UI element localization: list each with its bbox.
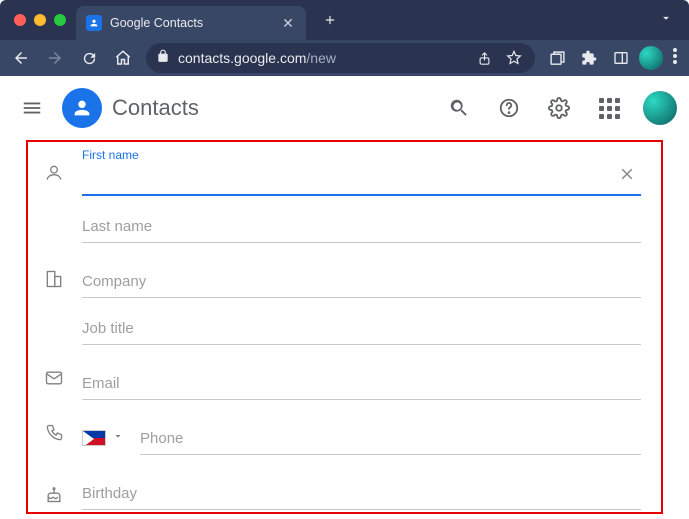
main-menu-button[interactable] [12, 88, 52, 128]
birthday-input[interactable] [82, 479, 641, 510]
email-input[interactable] [82, 369, 641, 400]
phone-row [40, 408, 641, 455]
app-title: Contacts [112, 95, 199, 121]
person-icon [40, 163, 68, 243]
nav-home-button[interactable] [108, 43, 138, 73]
email-icon [40, 368, 68, 400]
nav-reload-button[interactable] [74, 43, 104, 73]
browser-menu-button[interactable] [667, 48, 683, 69]
first-name-field: First name [82, 148, 641, 196]
email-field [82, 353, 641, 400]
app-header: Contacts [0, 76, 689, 140]
url-host: contacts.google.com [178, 50, 306, 66]
job-title-input[interactable] [82, 314, 641, 345]
company-row [40, 251, 641, 345]
extensions-icon[interactable] [575, 50, 603, 66]
window-maximize-button[interactable] [54, 14, 66, 26]
contacts-logo [62, 88, 102, 128]
last-name-field [82, 196, 641, 243]
url-text: contacts.google.com/new [178, 50, 465, 66]
birthday-field: mm/dd/yyyy [82, 463, 641, 514]
settings-button[interactable] [539, 88, 579, 128]
browser-toolbar: contacts.google.com/new [0, 40, 689, 76]
create-contact-form: First name [26, 140, 663, 514]
tabs-dropdown-button[interactable] [649, 11, 683, 30]
phone-field [140, 408, 641, 455]
url-path: /new [306, 50, 336, 66]
job-title-field [82, 298, 641, 345]
bookmark-icon[interactable] [503, 50, 525, 66]
phone-country-picker[interactable] [82, 429, 124, 455]
address-bar[interactable]: contacts.google.com/new [146, 43, 535, 73]
profile-avatar-button[interactable] [639, 46, 663, 70]
first-name-input[interactable] [82, 164, 641, 196]
sidepanel-icon[interactable] [607, 50, 635, 66]
email-row [40, 353, 641, 400]
phone-input[interactable] [140, 424, 641, 455]
window-close-button[interactable] [14, 14, 26, 26]
building-icon [40, 269, 68, 345]
search-button[interactable] [439, 88, 479, 128]
lock-icon [156, 49, 170, 68]
browser-tab[interactable]: Google Contacts ✕ [76, 6, 306, 40]
cake-icon [40, 484, 68, 514]
flag-ph-icon [82, 430, 106, 446]
tab-close-button[interactable]: ✕ [280, 15, 296, 31]
birthday-row: mm/dd/yyyy [40, 463, 641, 514]
window-minimize-button[interactable] [34, 14, 46, 26]
name-row: First name [40, 148, 641, 243]
nav-forward-button[interactable] [40, 43, 70, 73]
google-apps-button[interactable] [589, 88, 629, 128]
tab-favicon [86, 15, 102, 31]
tab-strip: Google Contacts ✕ [0, 0, 689, 40]
last-name-input[interactable] [82, 212, 641, 243]
birthday-hint: mm/dd/yyyy [82, 512, 641, 514]
phone-icon [40, 423, 68, 455]
chevron-down-icon [112, 429, 124, 447]
nav-back-button[interactable] [6, 43, 36, 73]
share-icon[interactable] [473, 51, 495, 66]
company-field [82, 251, 641, 298]
first-name-label: First name [82, 148, 139, 162]
tab-overview-icon[interactable] [543, 50, 571, 67]
window-controls [6, 14, 76, 26]
account-avatar[interactable] [643, 91, 677, 125]
new-tab-button[interactable] [316, 6, 344, 34]
tab-title: Google Contacts [110, 16, 272, 30]
company-input[interactable] [82, 267, 641, 298]
browser-chrome: Google Contacts ✕ contacts.googl [0, 0, 689, 76]
help-button[interactable] [489, 88, 529, 128]
